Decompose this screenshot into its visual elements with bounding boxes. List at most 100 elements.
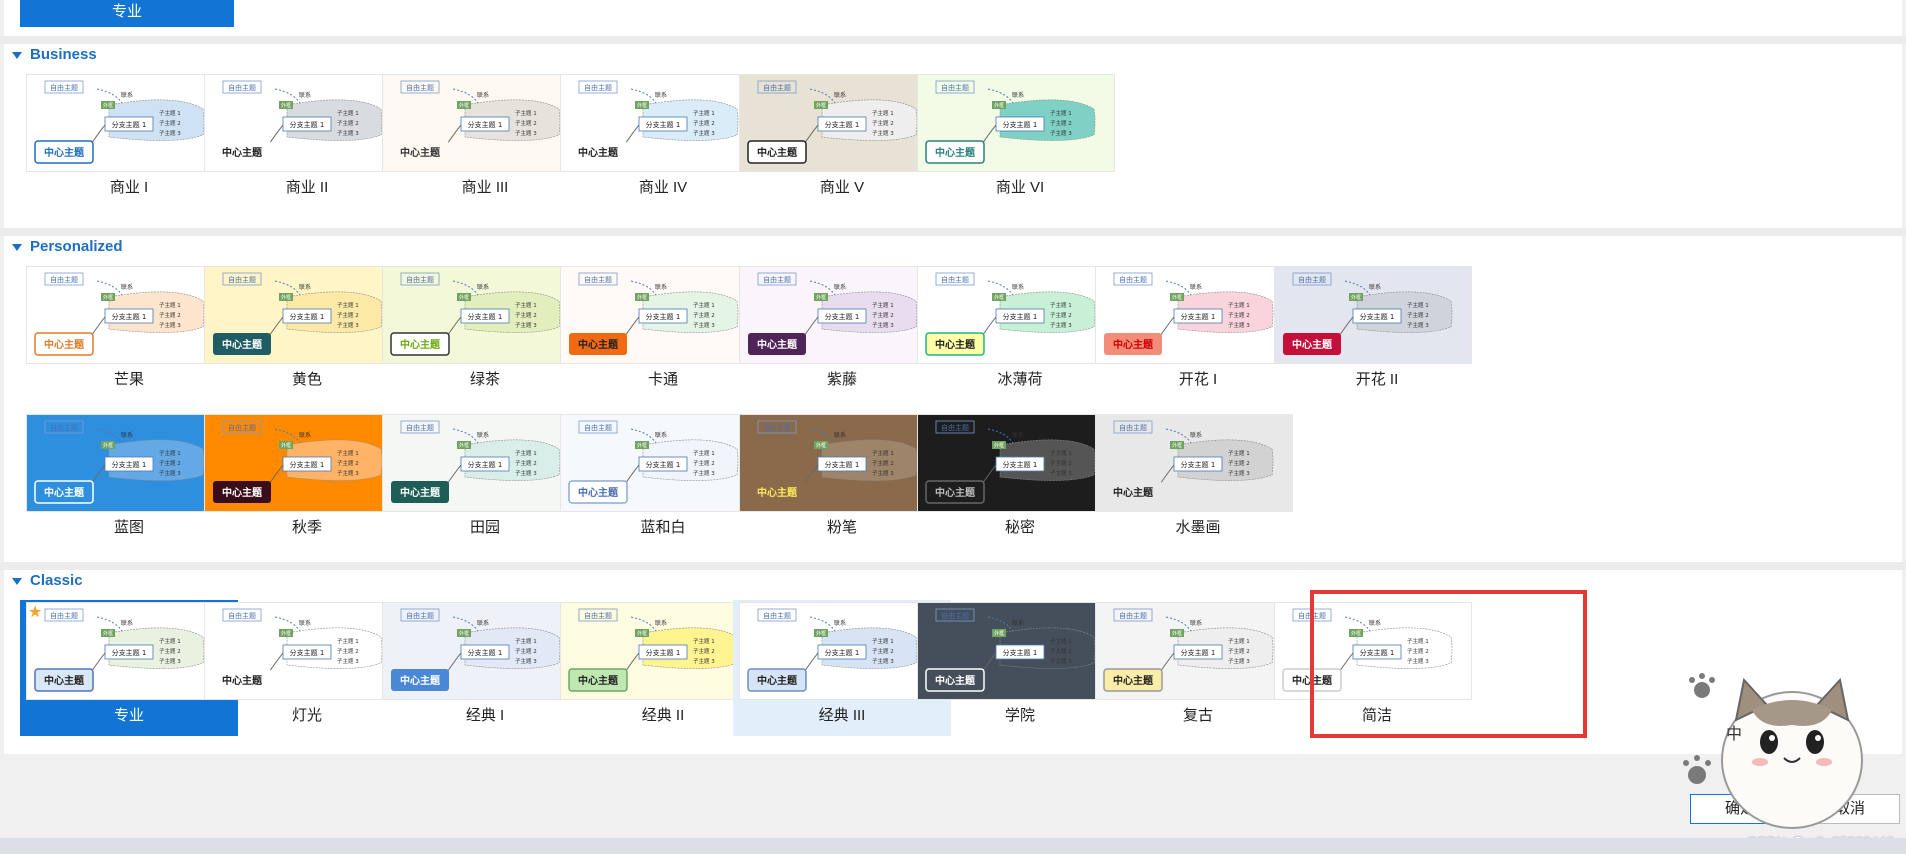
theme-thumbnail: 自由主题 联系 外框 分支主题 1 子主题 1 子主题 2 子主题 3 中心主题 xyxy=(204,602,402,700)
svg-text:外框: 外框 xyxy=(103,294,113,301)
svg-text:分支主题 1: 分支主题 1 xyxy=(1003,312,1038,321)
classic-header[interactable]: Classic xyxy=(12,572,83,589)
svg-text:自由主题: 自由主题 xyxy=(406,423,434,432)
svg-text:自由主题: 自由主题 xyxy=(406,275,434,284)
svg-text:外框: 外框 xyxy=(103,102,113,109)
svg-text:中心主题: 中心主题 xyxy=(1113,338,1154,351)
svg-text:分支主题 1: 分支主题 1 xyxy=(646,648,681,657)
svg-text:外框: 外框 xyxy=(1351,294,1361,301)
svg-text:子主题 2: 子主题 2 xyxy=(337,311,359,319)
svg-text:子主题 3: 子主题 3 xyxy=(1228,469,1250,477)
svg-text:外框: 外框 xyxy=(459,630,469,637)
theme-card[interactable]: 自由主题 联系 外框 分支主题 1 子主题 1 子主题 2 子主题 3 中心主题… xyxy=(911,72,1129,208)
svg-text:分支主题 1: 分支主题 1 xyxy=(646,312,681,321)
svg-text:中心主题: 中心主题 xyxy=(578,146,619,159)
svg-text:外框: 外框 xyxy=(281,102,291,109)
svg-text:联系: 联系 xyxy=(477,91,489,99)
svg-text:自由主题: 自由主题 xyxy=(941,83,969,92)
theme-thumbnail: 自由主题 联系 外框 分支主题 1 子主题 1 子主题 2 子主题 3 中心主题 xyxy=(917,602,1115,700)
svg-text:子主题 3: 子主题 3 xyxy=(693,321,715,329)
svg-text:分支主题 1: 分支主题 1 xyxy=(112,648,147,657)
svg-text:联系: 联系 xyxy=(299,91,311,99)
svg-text:子主题 1: 子主题 1 xyxy=(515,449,537,457)
svg-text:联系: 联系 xyxy=(121,619,133,627)
theme-thumbnail: 自由主题 联系 外框 分支主题 1 子主题 1 子主题 2 子主题 3 中心主题 xyxy=(560,602,758,700)
svg-text:子主题 1: 子主题 1 xyxy=(337,637,359,645)
svg-text:外框: 外框 xyxy=(459,102,469,109)
svg-text:外框: 外框 xyxy=(637,442,647,449)
svg-text:联系: 联系 xyxy=(834,91,846,99)
svg-text:外框: 外框 xyxy=(637,294,647,301)
svg-text:子主题 2: 子主题 2 xyxy=(1050,647,1072,655)
svg-text:自由主题: 自由主题 xyxy=(1298,275,1326,284)
svg-text:子主题 1: 子主题 1 xyxy=(1050,449,1072,457)
svg-text:自由主题: 自由主题 xyxy=(406,83,434,92)
svg-text:子主题 2: 子主题 2 xyxy=(1050,119,1072,127)
svg-text:中心主题: 中心主题 xyxy=(757,486,798,499)
svg-text:子主题 3: 子主题 3 xyxy=(337,129,359,137)
svg-text:联系: 联系 xyxy=(1012,431,1024,439)
svg-text:外框: 外框 xyxy=(281,294,291,301)
svg-text:外框: 外框 xyxy=(281,630,291,637)
theme-thumbnail: 自由主题 联系 外框 分支主题 1 子主题 1 子主题 2 子主题 3 中心主题 xyxy=(917,266,1115,364)
svg-text:子主题 1: 子主题 1 xyxy=(693,449,715,457)
svg-text:分支主题 1: 分支主题 1 xyxy=(1003,460,1038,469)
theme-thumbnail: 自由主题 联系 外框 分支主题 1 子主题 1 子主题 2 子主题 3 中心主题 xyxy=(382,602,580,700)
separator xyxy=(0,228,1906,236)
svg-text:自由主题: 自由主题 xyxy=(1119,275,1147,284)
svg-text:外框: 外框 xyxy=(459,442,469,449)
svg-text:分支主题 1: 分支主题 1 xyxy=(646,460,681,469)
svg-text:自由主题: 自由主题 xyxy=(941,275,969,284)
svg-text:子主题 1: 子主题 1 xyxy=(1050,109,1072,117)
svg-text:中心主题: 中心主题 xyxy=(400,146,441,159)
theme-card[interactable]: 自由主题 联系 外框 分支主题 1 子主题 1 子主题 2 子主题 3 中心主题… xyxy=(1089,412,1307,548)
svg-text:自由主题: 自由主题 xyxy=(941,611,969,620)
svg-text:中心主题: 中心主题 xyxy=(757,338,798,351)
svg-text:中心主题: 中心主题 xyxy=(400,674,441,687)
svg-text:子主题 1: 子主题 1 xyxy=(515,109,537,117)
svg-text:自由主题: 自由主题 xyxy=(584,423,612,432)
business-header[interactable]: Business xyxy=(12,46,97,63)
theme-thumbnail: 自由主题 联系 外框 分支主题 1 子主题 1 子主题 2 子主题 3 中心主题 xyxy=(382,266,580,364)
svg-text:联系: 联系 xyxy=(1012,91,1024,99)
svg-text:自由主题: 自由主题 xyxy=(228,611,256,620)
svg-text:分支主题 1: 分支主题 1 xyxy=(1360,312,1395,321)
personalized-header[interactable]: Personalized xyxy=(12,238,123,255)
selected-theme-top-button[interactable]: 专业 xyxy=(20,0,234,27)
svg-text:子主题 1: 子主题 1 xyxy=(515,301,537,309)
svg-text:子主题 3: 子主题 3 xyxy=(693,129,715,137)
svg-text:子主题 3: 子主题 3 xyxy=(872,657,894,665)
theme-card[interactable]: 自由主题 联系 外框 分支主题 1 子主题 1 子主题 2 子主题 3 中心主题… xyxy=(1268,264,1486,400)
svg-text:外框: 外框 xyxy=(1172,294,1182,301)
svg-text:自由主题: 自由主题 xyxy=(406,611,434,620)
svg-text:子主题 3: 子主题 3 xyxy=(1050,321,1072,329)
theme-thumbnail: 自由主题 联系 外框 分支主题 1 子主题 1 子主题 2 子主题 3 中心主题 xyxy=(560,414,758,512)
svg-text:中心主题: 中心主题 xyxy=(44,674,85,687)
svg-text:自由主题: 自由主题 xyxy=(50,611,78,620)
svg-text:子主题 3: 子主题 3 xyxy=(1050,469,1072,477)
bottom-scroll-strip[interactable] xyxy=(0,838,1906,854)
svg-text:分支主题 1: 分支主题 1 xyxy=(112,312,147,321)
svg-text:子主题 2: 子主题 2 xyxy=(693,647,715,655)
svg-text:子主题 2: 子主题 2 xyxy=(515,311,537,319)
svg-text:子主题 3: 子主题 3 xyxy=(159,469,181,477)
theme-thumbnail: 自由主题 联系 外框 分支主题 1 子主题 1 子主题 2 子主题 3 中心主题 xyxy=(26,414,224,512)
svg-text:中心主题: 中心主题 xyxy=(757,674,798,687)
svg-text:自由主题: 自由主题 xyxy=(763,423,791,432)
svg-text:自由主题: 自由主题 xyxy=(228,275,256,284)
svg-text:外框: 外框 xyxy=(816,442,826,449)
svg-text:外框: 外框 xyxy=(816,102,826,109)
svg-text:分支主题 1: 分支主题 1 xyxy=(825,312,860,321)
svg-text:自由主题: 自由主题 xyxy=(763,83,791,92)
svg-text:外框: 外框 xyxy=(281,442,291,449)
svg-text:中心主题: 中心主题 xyxy=(578,338,619,351)
svg-text:外框: 外框 xyxy=(1172,442,1182,449)
svg-text:子主题 3: 子主题 3 xyxy=(872,129,894,137)
svg-text:分支主题 1: 分支主题 1 xyxy=(1003,648,1038,657)
svg-text:子主题 3: 子主题 3 xyxy=(337,657,359,665)
svg-text:自由主题: 自由主题 xyxy=(763,611,791,620)
theme-thumbnail: 自由主题 联系 外框 分支主题 1 子主题 1 子主题 2 子主题 3 中心主题 xyxy=(1095,602,1293,700)
svg-text:分支主题 1: 分支主题 1 xyxy=(468,648,503,657)
svg-text:分支主题 1: 分支主题 1 xyxy=(1181,648,1216,657)
theme-thumbnail: 自由主题 联系 外框 分支主题 1 子主题 1 子主题 2 子主题 3 中心主题 xyxy=(560,266,758,364)
